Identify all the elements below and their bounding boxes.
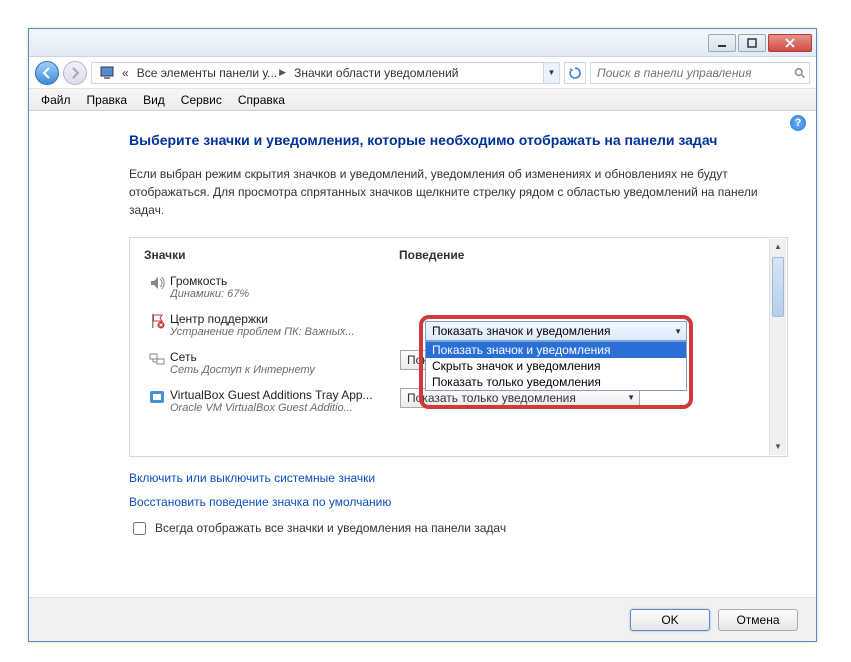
item-title: Громкость bbox=[170, 274, 400, 288]
item-subtitle: Устранение проблем ПК: Важных... bbox=[170, 326, 400, 338]
back-button[interactable] bbox=[35, 61, 59, 85]
always-show-label: Всегда отображать все значки и уведомлен… bbox=[155, 521, 506, 535]
network-icon bbox=[144, 350, 170, 367]
item-subtitle: Oracle VM VirtualBox Guest Additio... bbox=[170, 402, 400, 414]
menu-bar: Файл Правка Вид Сервис Справка bbox=[29, 89, 816, 111]
chevron-down-icon: ▼ bbox=[674, 327, 682, 336]
item-title: Центр поддержки bbox=[170, 312, 400, 326]
dropdown-option[interactable]: Показать значок и уведомления bbox=[426, 342, 686, 358]
breadcrumb-bar[interactable]: « Все элементы панели у... ▶ Значки обла… bbox=[91, 62, 560, 84]
header-behavior: Поведение bbox=[399, 248, 464, 262]
header-icons: Значки bbox=[144, 248, 399, 262]
breadcrumb-prefix[interactable]: « bbox=[118, 66, 133, 80]
page-title: Выберите значки и уведомления, которые н… bbox=[129, 131, 788, 151]
always-show-row: Всегда отображать все значки и уведомлен… bbox=[129, 519, 788, 538]
nav-bar: « Все элементы панели у... ▶ Значки обла… bbox=[29, 57, 816, 89]
help-icon[interactable]: ? bbox=[790, 115, 806, 131]
reset-defaults-link[interactable]: Восстановить поведение значка по умолчан… bbox=[129, 495, 788, 509]
item-title: VirtualBox Guest Additions Tray App... bbox=[170, 388, 400, 402]
menu-view[interactable]: Вид bbox=[135, 91, 173, 109]
item-title: Сеть bbox=[170, 350, 400, 364]
cancel-button[interactable]: Отмена bbox=[718, 609, 798, 631]
close-button[interactable] bbox=[768, 34, 812, 52]
links-section: Включить или выключить системные значки … bbox=[129, 471, 788, 509]
column-headers: Значки Поведение bbox=[144, 248, 765, 268]
window-controls bbox=[708, 34, 812, 52]
flag-icon bbox=[144, 312, 170, 329]
search-icon bbox=[794, 67, 805, 79]
virtualbox-icon bbox=[144, 388, 170, 405]
always-show-checkbox[interactable] bbox=[133, 522, 146, 535]
dialog-footer: OK Отмена bbox=[29, 597, 816, 641]
page-description: Если выбран режим скрытия значков и увед… bbox=[129, 165, 769, 219]
menu-edit[interactable]: Правка bbox=[79, 91, 136, 109]
search-box[interactable] bbox=[590, 62, 810, 84]
menu-tools[interactable]: Сервис bbox=[173, 91, 230, 109]
toggle-system-icons-link[interactable]: Включить или выключить системные значки bbox=[129, 471, 788, 485]
menu-help[interactable]: Справка bbox=[230, 91, 293, 109]
dropdown-option[interactable]: Скрыть значок и уведомления bbox=[426, 358, 686, 374]
scroll-thumb[interactable] bbox=[772, 257, 784, 317]
forward-button[interactable] bbox=[63, 61, 87, 85]
scroll-down-icon[interactable]: ▼ bbox=[770, 439, 786, 455]
minimize-button[interactable] bbox=[708, 34, 736, 52]
maximize-button[interactable] bbox=[738, 34, 766, 52]
ok-button[interactable]: OK bbox=[630, 609, 710, 631]
search-input[interactable] bbox=[595, 65, 794, 81]
list-item: Громкость Динамики: 67% bbox=[144, 268, 765, 306]
window-frame: « Все элементы панели у... ▶ Значки обла… bbox=[28, 28, 817, 642]
menu-file[interactable]: Файл bbox=[33, 91, 79, 109]
behavior-dropdown: Показать значок и уведомления Скрыть зна… bbox=[425, 341, 687, 391]
scrollbar[interactable]: ▲ ▼ bbox=[769, 239, 786, 455]
content-area: ? Выберите значки и уведомления, которые… bbox=[29, 111, 816, 538]
dropdown-option[interactable]: Показать только уведомления bbox=[426, 374, 686, 390]
behavior-combo-open[interactable]: Показать значок и уведомления▼ bbox=[425, 321, 687, 341]
refresh-button[interactable] bbox=[564, 62, 586, 84]
breadcrumb-dropdown-icon[interactable]: ▼ bbox=[543, 63, 559, 83]
breadcrumb-2[interactable]: Значки области уведомлений bbox=[290, 66, 462, 80]
control-panel-icon bbox=[96, 66, 118, 80]
breadcrumb-1[interactable]: Все элементы панели у... ▶ bbox=[133, 66, 290, 80]
chevron-down-icon: ▼ bbox=[627, 393, 635, 402]
volume-icon bbox=[144, 274, 170, 291]
scroll-up-icon[interactable]: ▲ bbox=[770, 239, 786, 255]
item-subtitle: Динамики: 67% bbox=[170, 288, 400, 300]
titlebar bbox=[29, 29, 816, 57]
item-subtitle: Сеть Доступ к Интернету bbox=[170, 364, 400, 376]
